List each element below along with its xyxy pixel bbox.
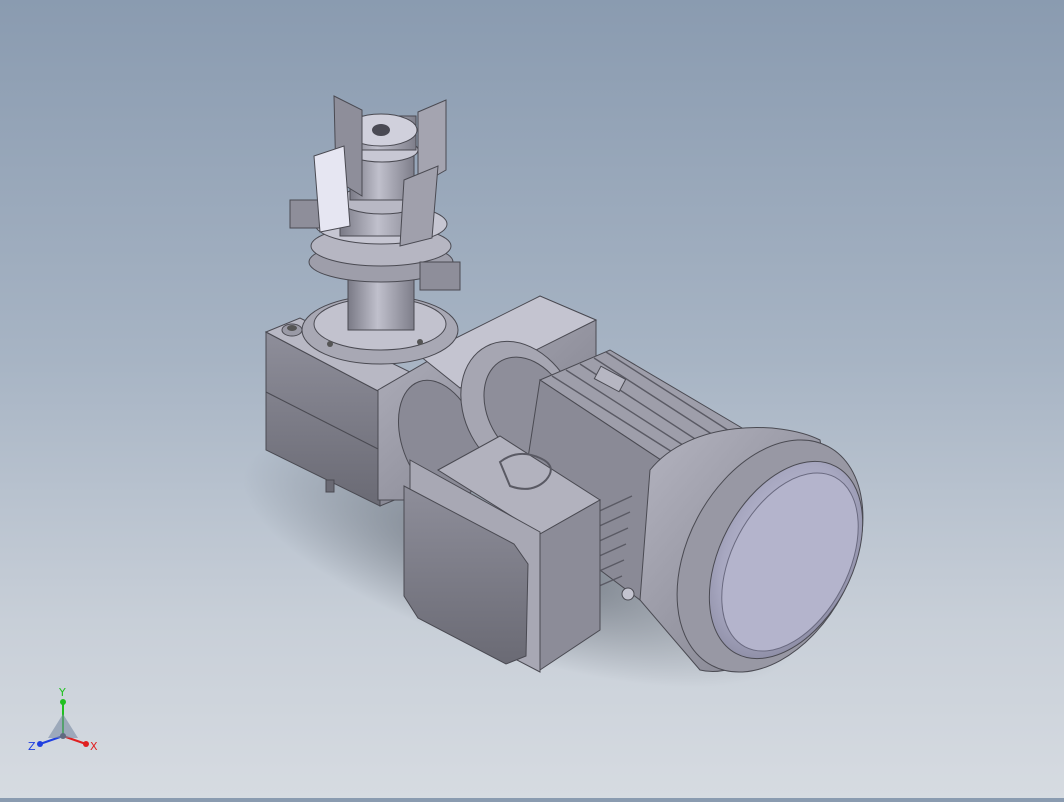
triad-origin [60, 733, 66, 739]
orientation-triad[interactable]: Y X Z [26, 684, 106, 756]
z-axis-label: Z [28, 740, 36, 753]
cad-viewport[interactable] [0, 0, 1064, 798]
z-axis-tip [37, 741, 43, 747]
y-axis-tip [60, 699, 66, 705]
y-axis-label: Y [58, 686, 66, 699]
x-axis-tip [83, 741, 89, 747]
gearmotor-model[interactable] [0, 0, 1064, 798]
output-coupling[interactable] [289, 95, 461, 331]
x-axis-label: X [90, 740, 98, 753]
